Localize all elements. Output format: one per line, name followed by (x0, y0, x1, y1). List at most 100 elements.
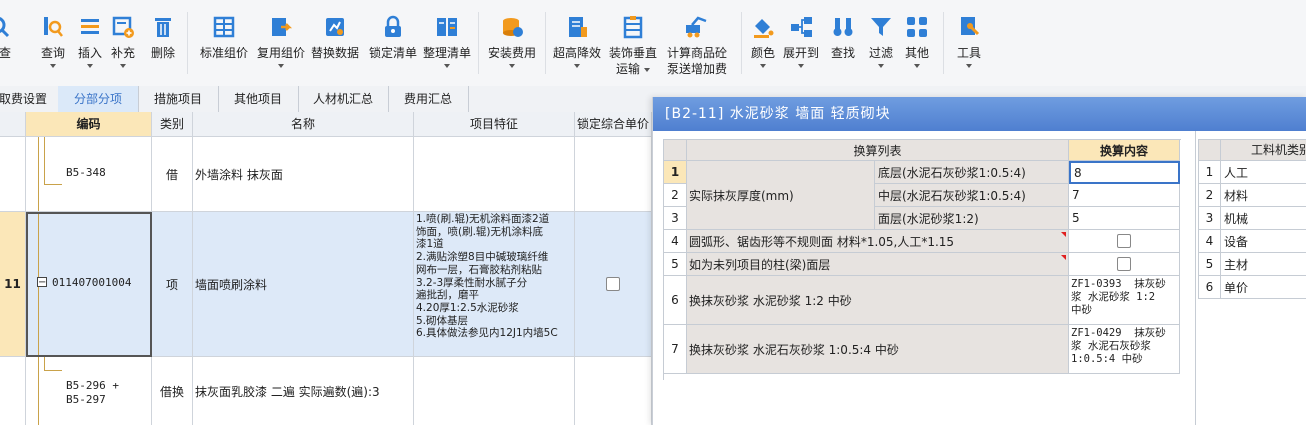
table-row[interactable]: B5-348 (26, 137, 152, 212)
lock-list-button[interactable]: 锁定清单 (369, 14, 417, 61)
irregular-surface-checkbox[interactable] (1117, 234, 1131, 248)
color-button[interactable]: 颜色 (750, 14, 776, 68)
material-category-item[interactable]: 机械 (1221, 207, 1306, 230)
item-type: 借换 (152, 357, 193, 425)
item-features[interactable] (414, 137, 575, 212)
column-beam-surface-checkbox[interactable] (1117, 257, 1131, 271)
install-cost-button[interactable]: 安装费用 (488, 14, 536, 68)
dropdown-arrow-icon (644, 67, 651, 72)
tab-sub-items[interactable]: 分部分项 (58, 86, 139, 112)
item-name[interactable]: 外墙涂料 抹灰面 (193, 137, 414, 212)
install-cost-icon (499, 14, 525, 40)
tree-line (38, 137, 39, 211)
material-category-item[interactable]: 主材 (1221, 253, 1306, 276)
item-locked-price[interactable] (575, 357, 652, 425)
ribbon-toolbar: 检查 查询 插入 补充 删除 标准组价 (0, 0, 1306, 87)
irregular-surface-cell[interactable] (1069, 230, 1180, 253)
material-category-item[interactable]: 单价 (1221, 276, 1306, 299)
other-button[interactable]: 其他 (904, 14, 930, 68)
table-row[interactable]: B5-296 + B5-297 (26, 357, 152, 425)
dialog-title[interactable]: [B2-11] 水泥砂浆 墙面 轻质砌块 (653, 97, 1306, 131)
insert-button[interactable]: 插入 (77, 14, 103, 68)
column-beam-surface-cell[interactable] (1069, 253, 1180, 276)
decoration-vertical-transport-button[interactable]: 装饰垂直 运输 (609, 14, 657, 77)
base-layer-thickness-input[interactable]: 8 (1069, 161, 1180, 184)
grid-icon (904, 14, 930, 40)
row-number-cell (0, 357, 26, 425)
row-number-cell: 11 (0, 212, 26, 357)
find-button[interactable]: 查找 (830, 14, 856, 61)
material-category-item[interactable]: 材料 (1221, 184, 1306, 207)
row-number: 3 (1198, 207, 1221, 230)
material-category-table: 工料机类别 1 人工 2 材料 3 机械 4 设备 5 主材 6 单价 (1198, 139, 1306, 300)
replace-data-button[interactable]: 替换数据 (311, 14, 359, 61)
material-category-item[interactable]: 设备 (1221, 230, 1306, 253)
column-header-type[interactable]: 类别 (152, 112, 193, 137)
standard-pricing-button[interactable]: 标准组价 (200, 14, 248, 61)
delete-button[interactable]: 删除 (150, 14, 176, 61)
row-number: 5 (664, 253, 687, 276)
column-header-locked-price[interactable]: 锁定综合单价 (575, 112, 652, 137)
table-row-selected[interactable]: − 011407001004 (26, 212, 152, 357)
tree-line (38, 357, 39, 425)
conversion-dialog: [B2-11] 水泥砂浆 墙面 轻质砌块 换算列表 换算内容 1 2 3 实际抹… (652, 97, 1306, 425)
column-header-conversion-list: 换算列表 (687, 140, 1069, 161)
toolbar-divider (187, 12, 188, 74)
check-button[interactable]: 检查 (0, 14, 12, 61)
conversion-option-label: 如为未列项目的柱(梁)面层 (687, 253, 1069, 276)
organize-list-button[interactable]: 整理清单 (423, 14, 471, 68)
tab-fee-settings[interactable]: 取费设置 (0, 86, 59, 112)
surface-layer-thickness-input[interactable]: 5 (1069, 207, 1180, 230)
sub-item-label: 中层(水泥石灰砂浆1:0.5:4) (875, 184, 1069, 207)
tree-line (44, 137, 45, 185)
toolbar-divider (478, 12, 479, 74)
item-name[interactable]: 墙面喷刷涂料 (193, 212, 414, 357)
row-number-header (664, 140, 687, 161)
supplement-button[interactable]: 补充 (110, 14, 136, 68)
tab-other-items[interactable]: 其他项目 (218, 86, 299, 112)
filter-icon (868, 14, 894, 40)
concrete-pumping-button[interactable]: 计算商品砼 泵送增加费 (667, 14, 727, 77)
collapse-toggle-icon[interactable]: − (37, 277, 47, 288)
conversion-table: 换算列表 换算内容 1 2 3 实际抹灰厚度(mm) 底层(水泥石灰砂浆1:0.… (663, 139, 1181, 380)
material-category-item[interactable]: 人工 (1221, 161, 1306, 184)
item-features[interactable] (414, 357, 575, 425)
comment-marker-icon (1061, 232, 1066, 237)
query-button[interactable]: 查询 (40, 14, 66, 68)
column-header-code[interactable]: 编码 (26, 112, 152, 137)
tree-line (44, 184, 62, 185)
column-header-name[interactable]: 名称 (193, 112, 414, 137)
vertical-transport-icon (620, 14, 646, 40)
tab-measures[interactable]: 措施项目 (138, 86, 219, 112)
row-number: 2 (1198, 184, 1221, 207)
middle-layer-thickness-input[interactable]: 7 (1069, 184, 1180, 207)
lock-price-checkbox[interactable] (606, 277, 620, 291)
tools-button[interactable]: 工具 (956, 14, 982, 68)
dropdown-arrow-icon (278, 64, 284, 68)
item-features[interactable]: 1.喷(刷.辊)无机涂料面漆2道 饰面，喷(刷.辊)无机涂料底 漆1道 2.满贴… (414, 212, 575, 357)
concrete-pump-icon (684, 14, 710, 40)
panel-splitter[interactable] (1195, 131, 1196, 425)
super-high-button[interactable]: 超高降效 (553, 14, 601, 68)
filter-button[interactable]: 过滤 (868, 14, 894, 68)
item-locked-price[interactable] (575, 212, 652, 357)
item-locked-price[interactable] (575, 137, 652, 212)
standard-pricing-icon (211, 14, 237, 40)
column-header-features[interactable]: 项目特征 (414, 112, 575, 137)
mortar-replacement-value[interactable]: ZF1-0429 抹灰砂 浆 水泥石灰砂浆 1:0.5:4 中砂 (1069, 325, 1180, 374)
tab-cost-summary[interactable]: 费用汇总 (388, 86, 469, 112)
row-number: 6 (1198, 276, 1221, 299)
tab-labor-material-summary[interactable]: 人材机汇总 (298, 86, 389, 112)
reuse-pricing-button[interactable]: 复用组价 (257, 14, 305, 68)
dropdown-arrow-icon (914, 64, 920, 68)
dropdown-arrow-icon (120, 64, 126, 68)
column-header-conversion-content: 换算内容 (1069, 140, 1180, 161)
toolbar-divider (741, 12, 742, 74)
row-number-cell (0, 137, 26, 212)
mortar-replacement-value[interactable]: ZF1-0393 抹灰砂 浆 水泥砂浆 1:2 中砂 (1069, 276, 1180, 325)
dropdown-arrow-icon (87, 64, 93, 68)
item-name[interactable]: 抹灰面乳胶漆 二遍 实际遍数(遍):3 (193, 357, 414, 425)
expand-to-button[interactable]: 展开到 (783, 14, 819, 68)
sub-items-grid: 编码 类别 名称 项目特征 锁定综合单价 B5-348 借 外墙涂料 抹灰面 1… (0, 112, 652, 425)
dropdown-arrow-icon (878, 64, 884, 68)
